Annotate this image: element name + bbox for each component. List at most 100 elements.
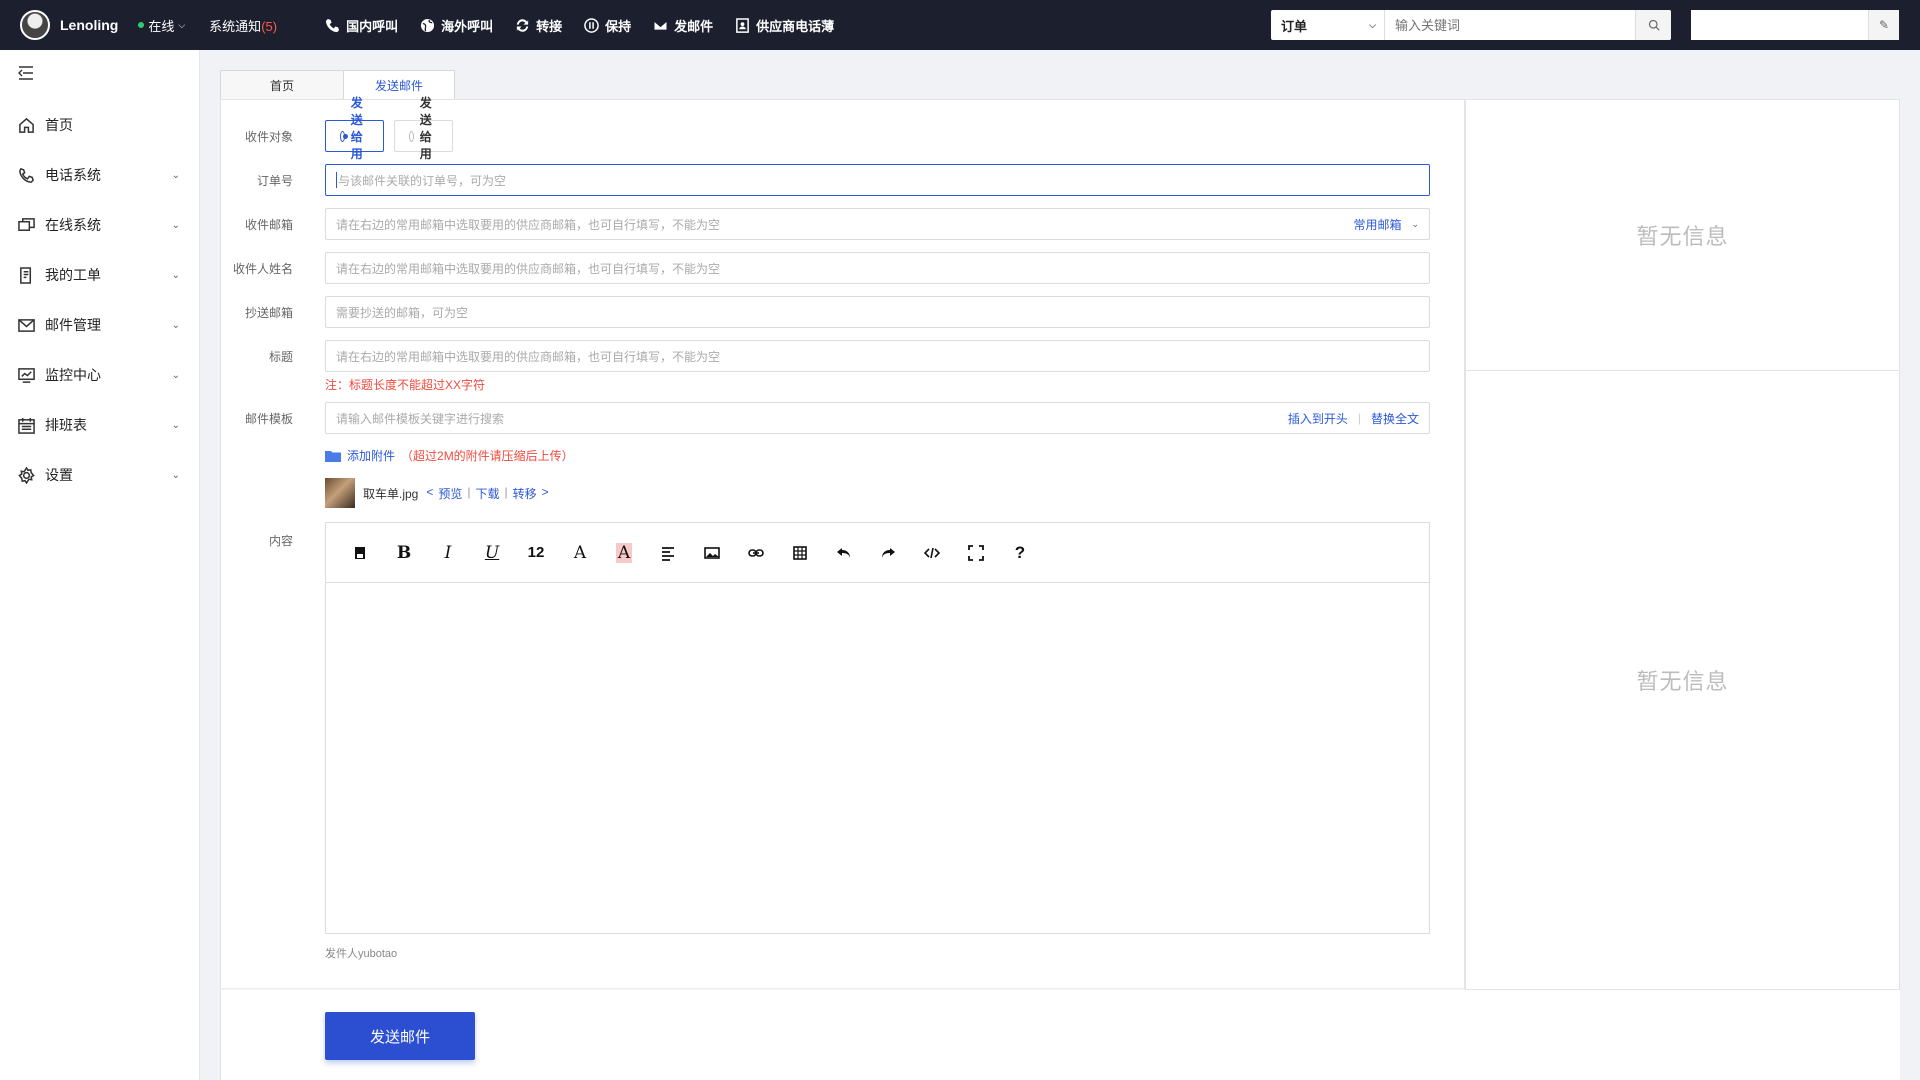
insert-to-start-link[interactable]: 插入到开头	[1288, 410, 1348, 427]
template-placeholder: 请输入邮件模板关键字进行搜索	[336, 411, 505, 426]
chevron-right-icon: >	[541, 484, 549, 499]
notice-count: (5)	[261, 18, 278, 34]
add-attachment-button[interactable]: 添加附件 （超过2M的附件请压缩后上传）	[325, 447, 574, 464]
image-icon[interactable]	[690, 531, 734, 575]
underline-icon[interactable]: U	[470, 531, 514, 575]
gear-icon	[18, 466, 35, 484]
global-search: 订单 ⌵	[1271, 10, 1671, 40]
send-mail-form: 收件对象 发送给用户 发送给用户 订单号 与该邮件关联的订单号，可为空 收件邮箱…	[220, 96, 1465, 989]
send-mail-submit-button[interactable]: 发送邮件	[325, 1012, 475, 1060]
sidebar-item-online-system[interactable]: 在线系统 ⌄	[0, 200, 200, 250]
hold-icon	[584, 17, 599, 33]
order-label: 订单号	[256, 173, 293, 188]
chevron-down-icon: ⌄	[171, 269, 180, 281]
folder-icon	[325, 450, 341, 462]
chevron-left-icon: <	[426, 484, 434, 499]
sidebar-item-home[interactable]: 首页	[0, 100, 200, 150]
sidebar-item-label: 邮件管理	[45, 317, 101, 333]
editor-content-area[interactable]	[326, 583, 1429, 933]
menu-collapse-icon[interactable]	[18, 66, 34, 80]
chevron-down-icon: ⌄	[1411, 218, 1419, 229]
search-icon	[1648, 19, 1660, 31]
sidebar-item-monitor-center[interactable]: 监控中心 ⌄	[0, 350, 200, 400]
action-label: 保持	[605, 18, 632, 34]
supplier-phonebook-button[interactable]: 供应商电话薄	[735, 16, 834, 35]
editor-toolbar: B I U 12 A A ?	[326, 523, 1429, 583]
recipient-option-user-2[interactable]: 发送给用户	[394, 96, 454, 178]
recipient-option-user[interactable]: 发送给用户	[325, 96, 385, 178]
sidebar-item-schedule[interactable]: 排班表 ⌄	[0, 400, 200, 450]
sidebar-item-settings[interactable]: 设置 ⌄	[0, 450, 200, 500]
action-label: 海外呼叫	[441, 18, 494, 34]
cc-email-input[interactable]: 需要抄送的邮箱，可为空	[325, 296, 1430, 328]
common-email-dropdown[interactable]: 常用邮箱 ⌄	[1353, 216, 1419, 233]
sidebar-item-my-tickets[interactable]: 我的工单 ⌄	[0, 250, 200, 300]
subject-warning: 注：标题长度不能超过XX字符	[325, 378, 486, 392]
file-thumbnail[interactable]	[325, 478, 355, 508]
sidebar-item-label: 在线系统	[45, 217, 101, 233]
preview-link[interactable]: 预览	[438, 485, 462, 502]
table-icon[interactable]	[778, 531, 822, 575]
divider: |	[467, 484, 471, 499]
subject-placeholder: 请在右边的常用邮箱中选取要用的供应商邮箱，也可自行填写，不能为空	[336, 349, 721, 364]
italic-icon[interactable]: I	[426, 531, 470, 575]
system-notice[interactable]: 系统通知(5)	[209, 16, 277, 35]
send-mail-button[interactable]: 发邮件	[653, 16, 713, 35]
email-label: 收件邮箱	[244, 217, 293, 232]
subject-input[interactable]: 请在右边的常用邮箱中选取要用的供应商邮箱，也可自行填写，不能为空	[325, 340, 1430, 372]
search-button[interactable]	[1635, 10, 1671, 40]
chevron-down-icon: ⌵	[178, 19, 186, 30]
template-label: 邮件模板	[244, 411, 293, 426]
replace-all-link[interactable]: 替换全文	[1371, 410, 1419, 427]
sidebar-item-phone-system[interactable]: 电话系统 ⌄	[0, 150, 200, 200]
overseas-call-button[interactable]: 海外呼叫	[420, 16, 493, 35]
download-link[interactable]: 下载	[476, 485, 500, 502]
text-cursor	[336, 172, 337, 188]
info-panel: 暂无信息	[1465, 370, 1900, 990]
undo-icon[interactable]	[822, 531, 866, 575]
status-dropdown[interactable]: 在线 ⌵	[138, 16, 185, 35]
search-category-select[interactable]: 订单 ⌵	[1271, 10, 1385, 40]
save-icon[interactable]	[338, 531, 382, 575]
code-icon[interactable]	[910, 531, 954, 575]
font-size-icon[interactable]: 12	[514, 531, 558, 575]
highlight-icon[interactable]: A	[602, 531, 646, 575]
chat-icon	[18, 217, 35, 231]
domestic-call-button[interactable]: 国内呼叫	[325, 16, 398, 35]
align-icon[interactable]	[646, 531, 690, 575]
secondary-input[interactable]	[1691, 10, 1868, 40]
link-icon[interactable]	[734, 531, 778, 575]
sidebar-item-label: 排班表	[45, 417, 87, 433]
radio-unchecked-icon	[409, 130, 414, 142]
empty-message: 暂无信息	[1636, 224, 1729, 249]
order-placeholder: 与该邮件关联的订单号，可为空	[338, 173, 507, 188]
email-placeholder: 请在右边的常用邮箱中选取要用的供应商邮箱，也可自行填写，不能为空	[336, 217, 721, 232]
home-icon	[19, 117, 34, 133]
bold-icon[interactable]: B	[382, 531, 426, 575]
common-email-label: 常用邮箱	[1353, 217, 1402, 232]
recipient-email-input[interactable]: 请在右边的常用邮箱中选取要用的供应商邮箱，也可自行填写，不能为空 常用邮箱 ⌄	[325, 208, 1430, 240]
call-actions: 国内呼叫 海外呼叫 转接 保持 发邮件 供应商电话薄	[325, 16, 834, 35]
transfer-button[interactable]: 转接	[515, 16, 562, 35]
template-search-input[interactable]: 请输入邮件模板关键字进行搜索 插入到开头 | 替换全文	[325, 402, 1430, 434]
order-number-input[interactable]: 与该邮件关联的订单号，可为空	[325, 164, 1430, 196]
move-link[interactable]: 转移	[513, 485, 537, 502]
email-row: 收件邮箱 请在右边的常用邮箱中选取要用的供应商邮箱，也可自行填写，不能为空 常用…	[221, 208, 1430, 240]
tab-home[interactable]: 首页	[220, 70, 344, 100]
help-icon[interactable]: ?	[998, 531, 1042, 575]
fullscreen-icon[interactable]	[954, 531, 998, 575]
font-color-icon[interactable]: A	[558, 531, 602, 575]
edit-button[interactable]: ✎	[1868, 10, 1899, 40]
action-label: 转接	[536, 18, 563, 34]
status-label: 在线	[148, 18, 175, 34]
search-input[interactable]	[1385, 10, 1635, 40]
redo-icon[interactable]	[866, 531, 910, 575]
cc-row: 抄送邮箱 需要抄送的邮箱，可为空	[221, 296, 1430, 328]
avatar[interactable]	[20, 10, 50, 40]
hold-button[interactable]: 保持	[584, 16, 631, 35]
sidebar-item-mail-management[interactable]: 邮件管理 ⌄	[0, 300, 200, 350]
recipient-name-input[interactable]: 请在右边的常用邮箱中选取要用的供应商邮箱，也可自行填写，不能为空	[325, 252, 1430, 284]
mail-icon	[18, 318, 35, 332]
monitor-icon	[18, 367, 35, 383]
recipient-label: 收件对象	[244, 129, 293, 144]
